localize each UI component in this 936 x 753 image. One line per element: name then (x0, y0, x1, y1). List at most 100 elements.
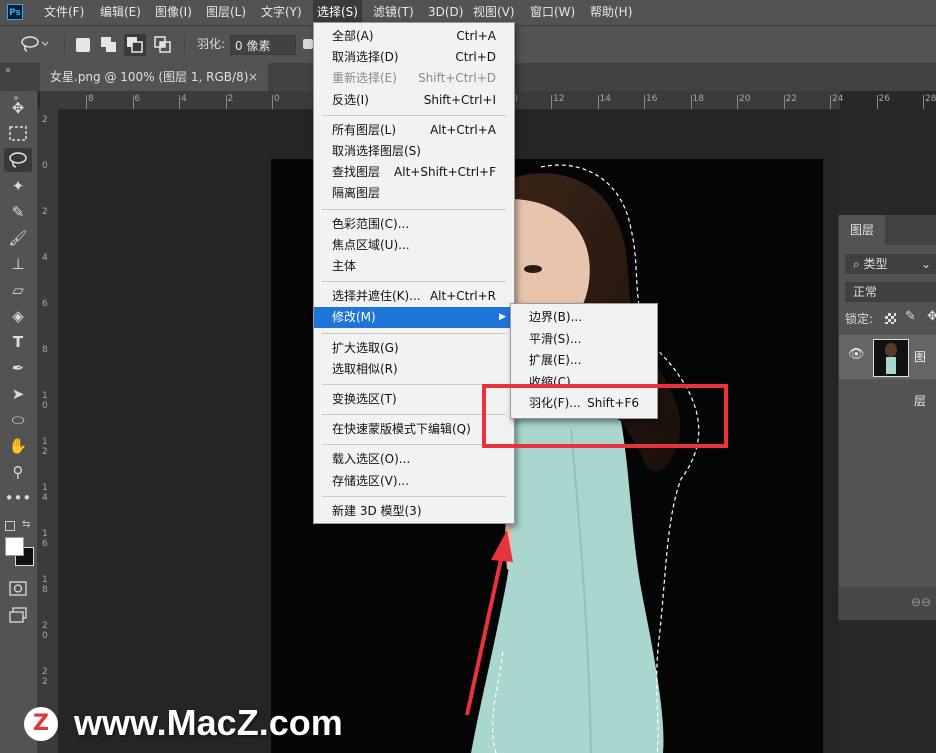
link-layers-icon[interactable]: ⊖⊖ (911, 595, 931, 609)
menu-item[interactable]: 反选(I) Shift+Ctrl+I (314, 90, 514, 111)
layers-tab[interactable]: 图层 (839, 215, 885, 245)
lock-transparency-icon[interactable] (885, 313, 896, 324)
menu-item[interactable]: 查找图层 Alt+Shift+Ctrl+F (314, 162, 514, 183)
menu-1[interactable]: 编辑(E) (96, 0, 145, 25)
stamp-tool-icon[interactable]: ⊥ (4, 252, 32, 276)
menu-item[interactable]: 边界(B)... (511, 307, 657, 328)
move-tool-icon[interactable]: ✥ (4, 96, 32, 120)
add-selection-icon[interactable] (100, 36, 118, 57)
select-menu-dropdown: 全部(A) Ctrl+A 取消选择(D) Ctrl+D 重新选择(E) Shift+Ctr… (313, 22, 515, 524)
new-selection-icon[interactable] (76, 38, 90, 52)
ruler-tick (597, 95, 599, 109)
layer-name[interactable]: 图层 (914, 335, 936, 423)
divider (64, 35, 65, 55)
menu-4[interactable]: 文字(Y) (257, 0, 306, 25)
menu-2[interactable]: 图像(I) (151, 0, 196, 25)
menu-item[interactable]: 焦点区域(U)... (314, 235, 514, 256)
ruler-label: 20 (739, 94, 751, 104)
path-selection-tool-icon[interactable]: ➤ (4, 382, 32, 406)
quick-mask-icon[interactable] (4, 577, 32, 601)
menu-item-label: 取消选择(D) (332, 50, 399, 65)
hand-tool-icon[interactable]: ✋ (4, 434, 32, 458)
menu-10[interactable]: 帮助(H) (586, 0, 636, 25)
anti-alias-checkbox[interactable] (303, 39, 313, 49)
screen-mode-icon[interactable] (4, 603, 32, 627)
menu-item[interactable]: 选取相似(R) (314, 359, 514, 380)
type-tool-icon[interactable]: T (4, 330, 32, 354)
menu-item[interactable]: 平滑(S)... (511, 329, 657, 350)
menu-item[interactable]: 取消选择(D) Ctrl+D (314, 47, 514, 68)
menu-separator (322, 114, 506, 116)
menu-item[interactable]: 载入选区(O)... (314, 449, 514, 470)
ruler-tick (132, 95, 134, 109)
menu-item[interactable]: 扩展(E)... (511, 350, 657, 371)
more-tools-icon[interactable]: ••• (4, 486, 32, 510)
menu-item[interactable]: 修改(M) ▶ (314, 307, 514, 329)
ruler-label: 26 (878, 94, 890, 104)
menu-item[interactable]: 所有图层(L) Alt+Ctrl+A (314, 120, 514, 141)
menu-item[interactable]: 主体 (314, 256, 514, 277)
intersect-selection-icon[interactable] (154, 36, 172, 57)
menu-item[interactable]: 扩大选取(G) (314, 338, 514, 359)
submenu-arrow-icon: ▶ (499, 312, 506, 323)
ruler-tick (86, 95, 87, 109)
menu-item[interactable]: 全部(A) Ctrl+A (314, 26, 514, 47)
default-colors-icon[interactable] (5, 521, 15, 531)
paint-bucket-tool-icon[interactable]: ◈ (4, 304, 32, 328)
collapse-icon[interactable]: » (5, 65, 11, 76)
lock-position-icon[interactable]: ✥ (927, 309, 936, 324)
layer-row[interactable]: 👁 图层 (839, 335, 936, 408)
subtract-selection-icon[interactable] (124, 34, 146, 56)
feather-input[interactable]: 0 像素 (230, 35, 296, 55)
ruler-tick (690, 95, 692, 109)
menu-3[interactable]: 图层(L) (202, 0, 250, 25)
menu-item-label: 载入选区(O)... (332, 452, 411, 467)
brush-tool-icon[interactable]: 🖌 (4, 226, 32, 250)
lasso-preset-icon[interactable] (20, 35, 50, 56)
menu-item-shortcut: Shift+Ctrl+I (423, 92, 496, 107)
blend-mode-select[interactable]: 正常 (845, 282, 936, 302)
close-tab-icon[interactable]: × (248, 63, 258, 91)
menu-0[interactable]: 文件(F) (40, 0, 88, 25)
visibility-eye-icon[interactable]: 👁 (848, 347, 865, 362)
annotation-arrow (465, 530, 513, 716)
menu-item-label: 隔离图层 (332, 186, 381, 201)
panel-tab-bar: 图层 (839, 215, 936, 245)
lasso-tool-icon[interactable] (4, 148, 32, 172)
lock-pixels-icon[interactable]: ✎ (905, 309, 916, 324)
foreground-color-swatch[interactable] (5, 537, 24, 556)
menu-item[interactable]: 取消选择图层(S) (314, 141, 514, 162)
marquee-tool-icon[interactable] (4, 122, 32, 146)
menu-item[interactable]: 选择并遮住(K)... Alt+Ctrl+R (314, 286, 514, 307)
feather-label: 羽化: (197, 37, 226, 51)
menu-item-label: 查找图层 (332, 165, 381, 180)
ruler-label: 2 0 (42, 621, 48, 641)
menu-9[interactable]: 窗口(W) (526, 0, 579, 25)
ruler-tick (830, 95, 831, 109)
ruler-label: 28 (925, 94, 936, 104)
swap-colors-icon[interactable]: ⇆ (22, 519, 30, 530)
menu-item[interactable]: 隔离图层 (314, 183, 514, 204)
layer-filter-select[interactable]: ⌕ 类型 ⌄ (845, 254, 936, 274)
ellipse-tool-icon[interactable]: ⬭ (4, 408, 32, 432)
menu-item[interactable]: 色彩范围(C)... (314, 214, 514, 235)
eraser-tool-icon[interactable]: ▱ (4, 278, 32, 302)
ruler-label: 1 2 (42, 437, 48, 457)
menu-item-label: 全部(A) (332, 29, 374, 43)
ruler-tick (225, 95, 227, 109)
pen-tool-icon[interactable]: ✒ (4, 356, 32, 380)
menu-item[interactable]: 新建 3D 模型(3) (314, 501, 514, 522)
menu-separator (322, 495, 506, 497)
eyedropper-tool-icon[interactable]: ✎ (4, 200, 32, 224)
zoom-tool-icon[interactable]: ⚲ (4, 460, 32, 484)
ruler-tick (737, 95, 738, 109)
magic-wand-tool-icon[interactable]: ✦ (4, 174, 32, 198)
ruler-label: 4 (181, 94, 187, 104)
ruler-tick (783, 95, 785, 109)
tools-panel: » ✥ ✦ ✎ 🖌 ⊥ ▱ ◈ T ✒ ➤ ⬭ ✋ ⚲ ••• ⇆ (0, 91, 38, 753)
document-tab[interactable]: 女星.png @ 100% (图层 1, RGB/8) × (40, 63, 268, 91)
menu-item[interactable]: 存储选区(V)... (314, 471, 514, 492)
menu-separator (322, 281, 506, 283)
ruler-label: 1 4 (42, 483, 48, 503)
menu-item-label: 重新选择(E) (332, 71, 397, 86)
